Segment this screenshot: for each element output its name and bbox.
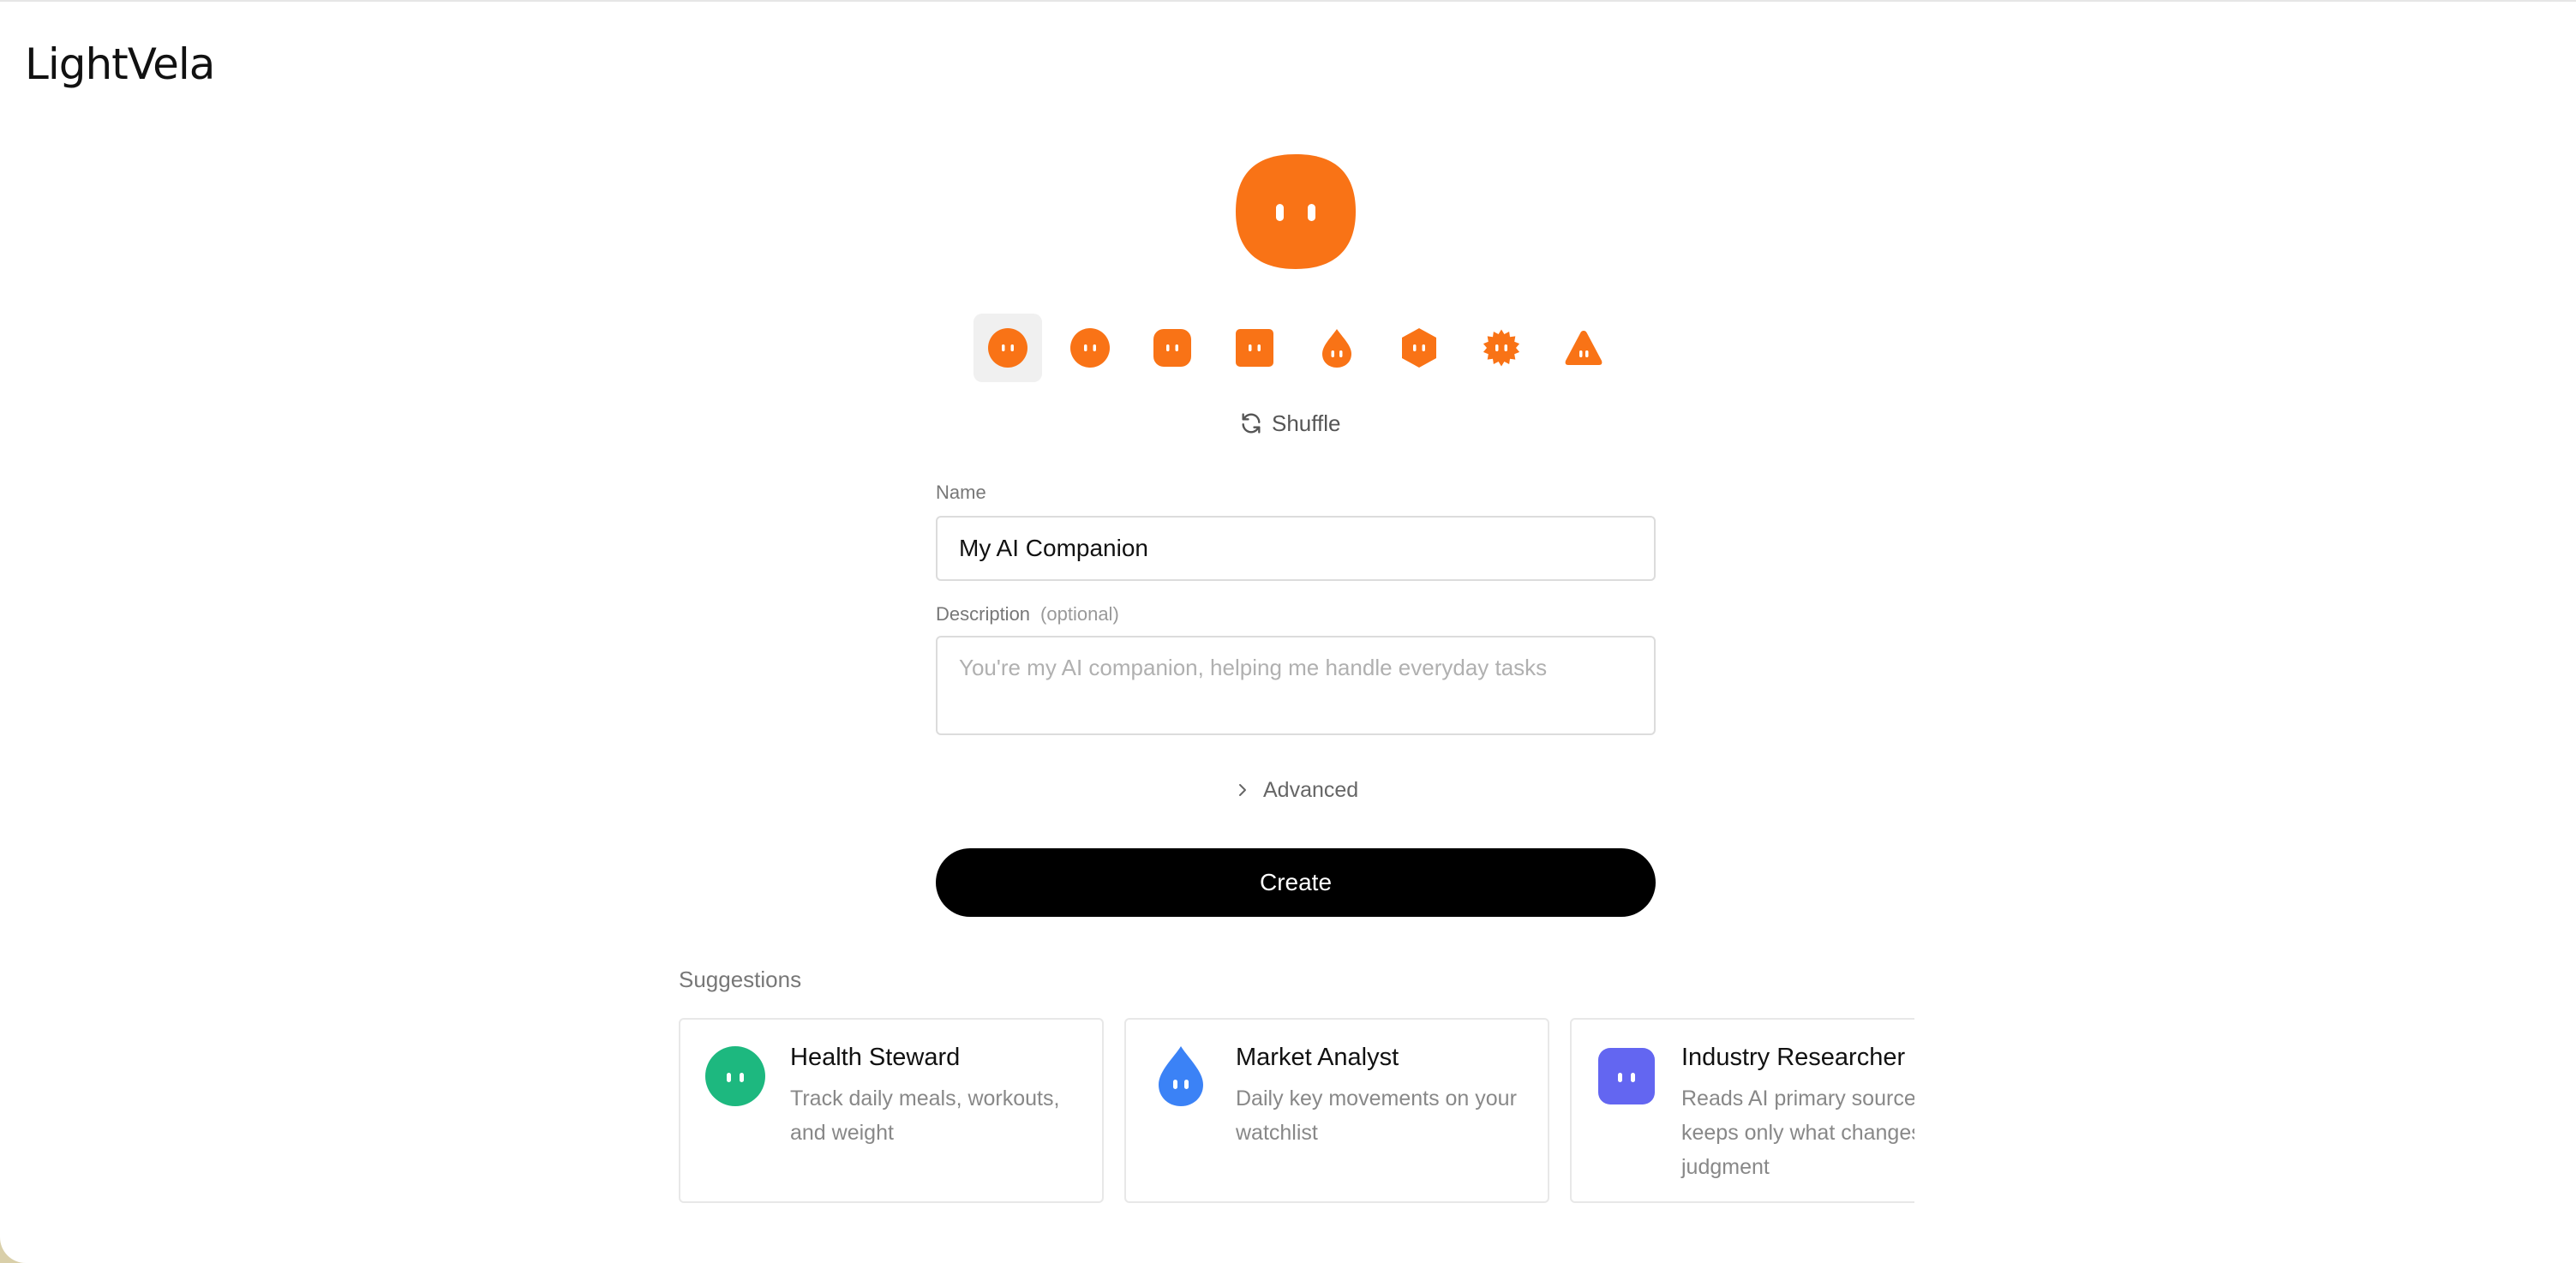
suggestion-card-market-analyst[interactable]: Market Analyst Daily key movements on yo… bbox=[1124, 1018, 1549, 1203]
shape-option-circle[interactable] bbox=[973, 314, 1042, 382]
shape-option-hexagon[interactable] bbox=[1385, 314, 1453, 382]
health-steward-avatar-icon bbox=[705, 1046, 765, 1106]
suggestions-title: Suggestions bbox=[679, 967, 802, 992]
description-label: Description bbox=[936, 603, 1031, 625]
shape-option-triangle[interactable] bbox=[1549, 314, 1618, 382]
suggestion-title: Market Analyst bbox=[1236, 1044, 1399, 1071]
advanced-label: Advanced bbox=[1263, 777, 1359, 802]
shape-option-circle-alt[interactable] bbox=[1056, 314, 1124, 382]
circle-avatar-icon bbox=[1070, 328, 1110, 368]
gear-avatar-icon bbox=[1483, 329, 1520, 367]
suggestion-description: Track daily meals, workouts, and weight bbox=[790, 1086, 1060, 1145]
suggestion-card-health-steward[interactable]: Health Steward Track daily meals, workou… bbox=[679, 1018, 1104, 1203]
description-input[interactable]: You're my AI companion, helping me handl… bbox=[936, 636, 1656, 735]
shape-option-rounded-square[interactable] bbox=[1138, 314, 1207, 382]
name-label: Name bbox=[936, 482, 986, 503]
market-analyst-avatar-icon bbox=[1159, 1046, 1203, 1106]
suggestion-description: Daily key movements on your watchlist bbox=[1236, 1086, 1517, 1145]
suggestion-title: Industry Researcher bbox=[1681, 1044, 1906, 1071]
suggestion-card-industry-researcher[interactable]: Industry Researcher Reads AI primary sou… bbox=[1570, 1018, 1914, 1203]
drop-avatar-icon bbox=[1322, 329, 1351, 368]
suggestions-list: Health Steward Track daily meals, workou… bbox=[679, 1018, 1914, 1203]
suggestion-description: Reads AI primary sources daily, keeps on… bbox=[1681, 1086, 1914, 1179]
description-label-group: Description (optional) bbox=[936, 603, 1119, 626]
create-button[interactable]: Create bbox=[936, 848, 1656, 917]
circle-avatar-icon bbox=[988, 328, 1027, 368]
chevron-right-icon bbox=[1239, 784, 1246, 796]
shape-option-gear[interactable] bbox=[1467, 314, 1536, 382]
shuffle-label: Shuffle bbox=[1272, 410, 1341, 436]
shape-option-square[interactable] bbox=[1220, 314, 1289, 382]
hexagon-avatar-icon bbox=[1402, 328, 1436, 368]
square-avatar-icon bbox=[1236, 329, 1273, 367]
industry-researcher-avatar-icon bbox=[1598, 1048, 1655, 1104]
shuffle-button[interactable]: Shuffle bbox=[1239, 406, 1340, 440]
app-logo: LightVela bbox=[25, 39, 215, 89]
optional-hint: (optional) bbox=[1040, 603, 1119, 625]
suggestion-title: Health Steward bbox=[790, 1044, 961, 1071]
app-window: LightVela Shuffle Name My AI Companion D… bbox=[0, 0, 2576, 1263]
shape-option-drop[interactable] bbox=[1303, 314, 1371, 382]
avatar-preview bbox=[1236, 154, 1356, 269]
advanced-toggle[interactable]: Advanced bbox=[1234, 773, 1358, 807]
rounded-square-avatar-icon bbox=[1153, 329, 1191, 367]
refresh-icon bbox=[1242, 413, 1261, 434]
avatar-shape-picker bbox=[973, 314, 1632, 382]
name-input[interactable]: My AI Companion bbox=[936, 516, 1656, 581]
triangle-avatar-icon bbox=[1565, 331, 1603, 365]
